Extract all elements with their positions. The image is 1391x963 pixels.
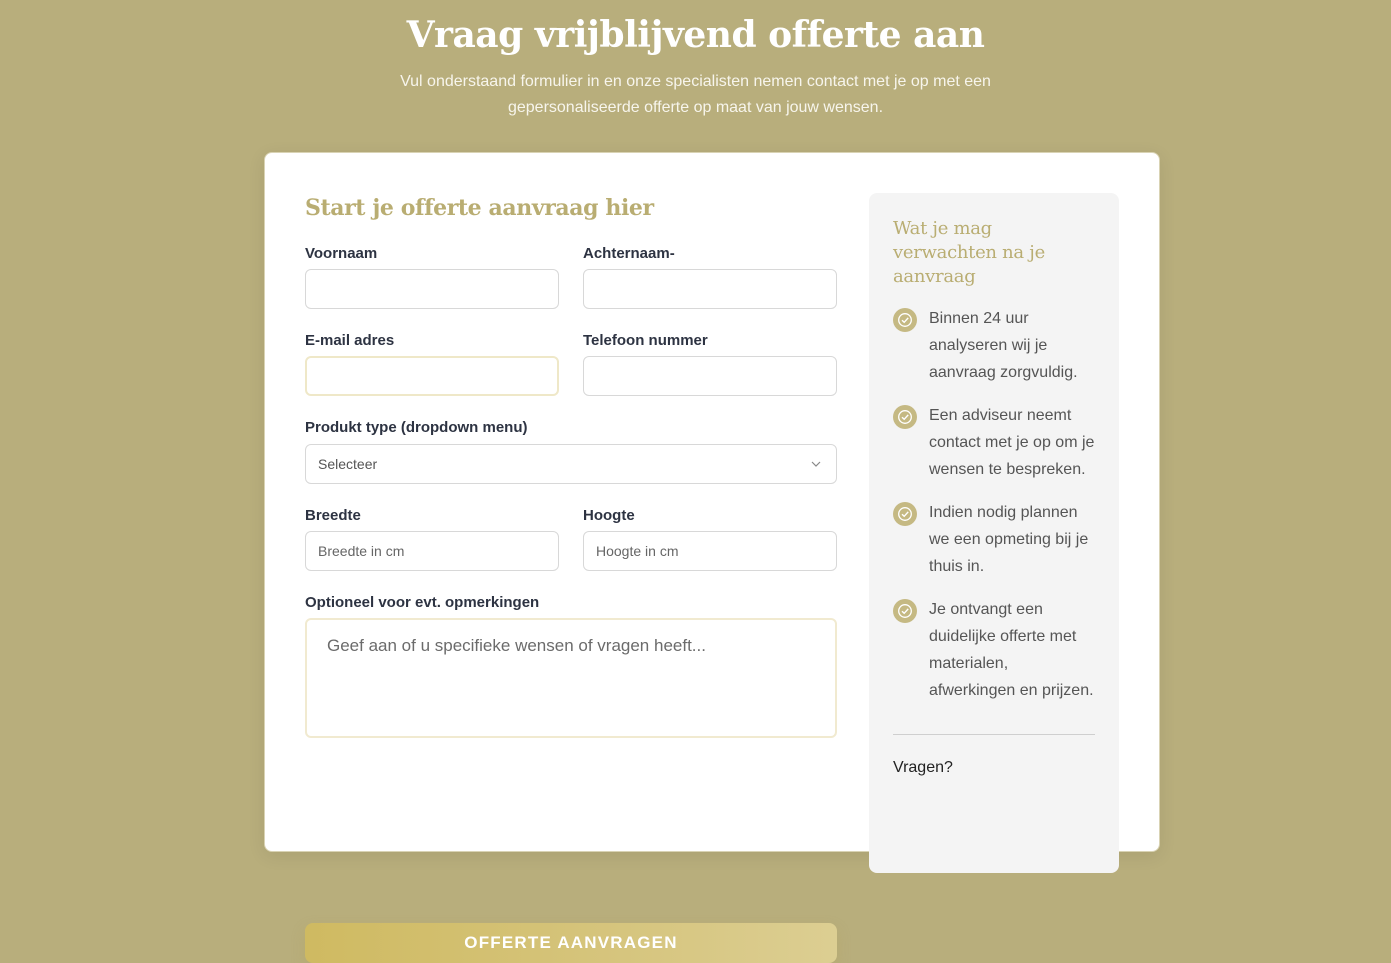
width-label: Breedte [305, 507, 361, 524]
page-title: Vraag vrijblijvend offerte aan [406, 14, 985, 56]
page-subtitle: Vul onderstaand formulier in en onze spe… [400, 73, 991, 116]
first-name-label: Voornaam [305, 245, 378, 262]
last-name-input[interactable] [583, 269, 837, 309]
remarks-label: Optioneel voor evt. opmerkingen [305, 594, 540, 611]
product-type-select[interactable]: Selecteer [305, 444, 837, 484]
form-heading: Start je offerte aanvraag hier [305, 195, 654, 221]
hero: Vraag vrijblijvend offerte aan Vul onder… [0, 0, 1391, 121]
product-type-selected: Selecteer [318, 456, 378, 472]
check-circle-icon [893, 308, 917, 332]
check-circle-icon [893, 405, 917, 429]
divider [893, 734, 1095, 735]
expectations-list: Binnen 24 uur analyseren wij je aanvraag… [893, 305, 1095, 704]
quote-card: Start je offerte aanvraag hier Voornaam … [264, 152, 1160, 963]
check-circle-icon [893, 502, 917, 526]
list-item: Een adviseur neemt contact met je op om … [893, 402, 1095, 483]
list-item: Binnen 24 uur analyseren wij je aanvraag… [893, 305, 1095, 386]
list-item-text: Een adviseur neemt contact met je op om … [929, 407, 1095, 478]
expectations-heading: Wat je mag verwachten na je aanvraag [893, 218, 1045, 287]
quote-form: Start je offerte aanvraag hier Voornaam … [305, 193, 837, 963]
width-input[interactable] [305, 531, 559, 571]
submit-quote-button[interactable]: OFFERTE AANVRAGEN [305, 923, 837, 963]
phone-label: Telefoon nummer [583, 332, 708, 349]
email-label: E-mail adres [305, 332, 395, 349]
questions-label: Vragen? [893, 759, 953, 776]
list-item-text: Indien nodig plannen we een opmeting bij… [929, 504, 1089, 575]
email-input[interactable] [305, 356, 559, 396]
list-item-text: Je ontvangt een duidelijke offerte met m… [929, 601, 1094, 699]
list-item: Je ontvangt een duidelijke offerte met m… [893, 596, 1095, 704]
remarks-textarea[interactable] [305, 618, 837, 738]
height-label: Hoogte [583, 507, 635, 524]
list-item: Indien nodig plannen we een opmeting bij… [893, 499, 1095, 580]
last-name-label: Achternaam- [583, 245, 675, 262]
check-circle-icon [893, 599, 917, 623]
phone-input[interactable] [583, 356, 837, 396]
chevron-down-icon [811, 461, 821, 467]
height-input[interactable] [583, 531, 837, 571]
list-item-text: Binnen 24 uur analyseren wij je aanvraag… [929, 310, 1078, 381]
first-name-input[interactable] [305, 269, 559, 309]
product-type-label: Produkt type (dropdown menu) [305, 419, 528, 436]
expectations-panel: Wat je mag verwachten na je aanvraag Bin… [869, 193, 1119, 873]
